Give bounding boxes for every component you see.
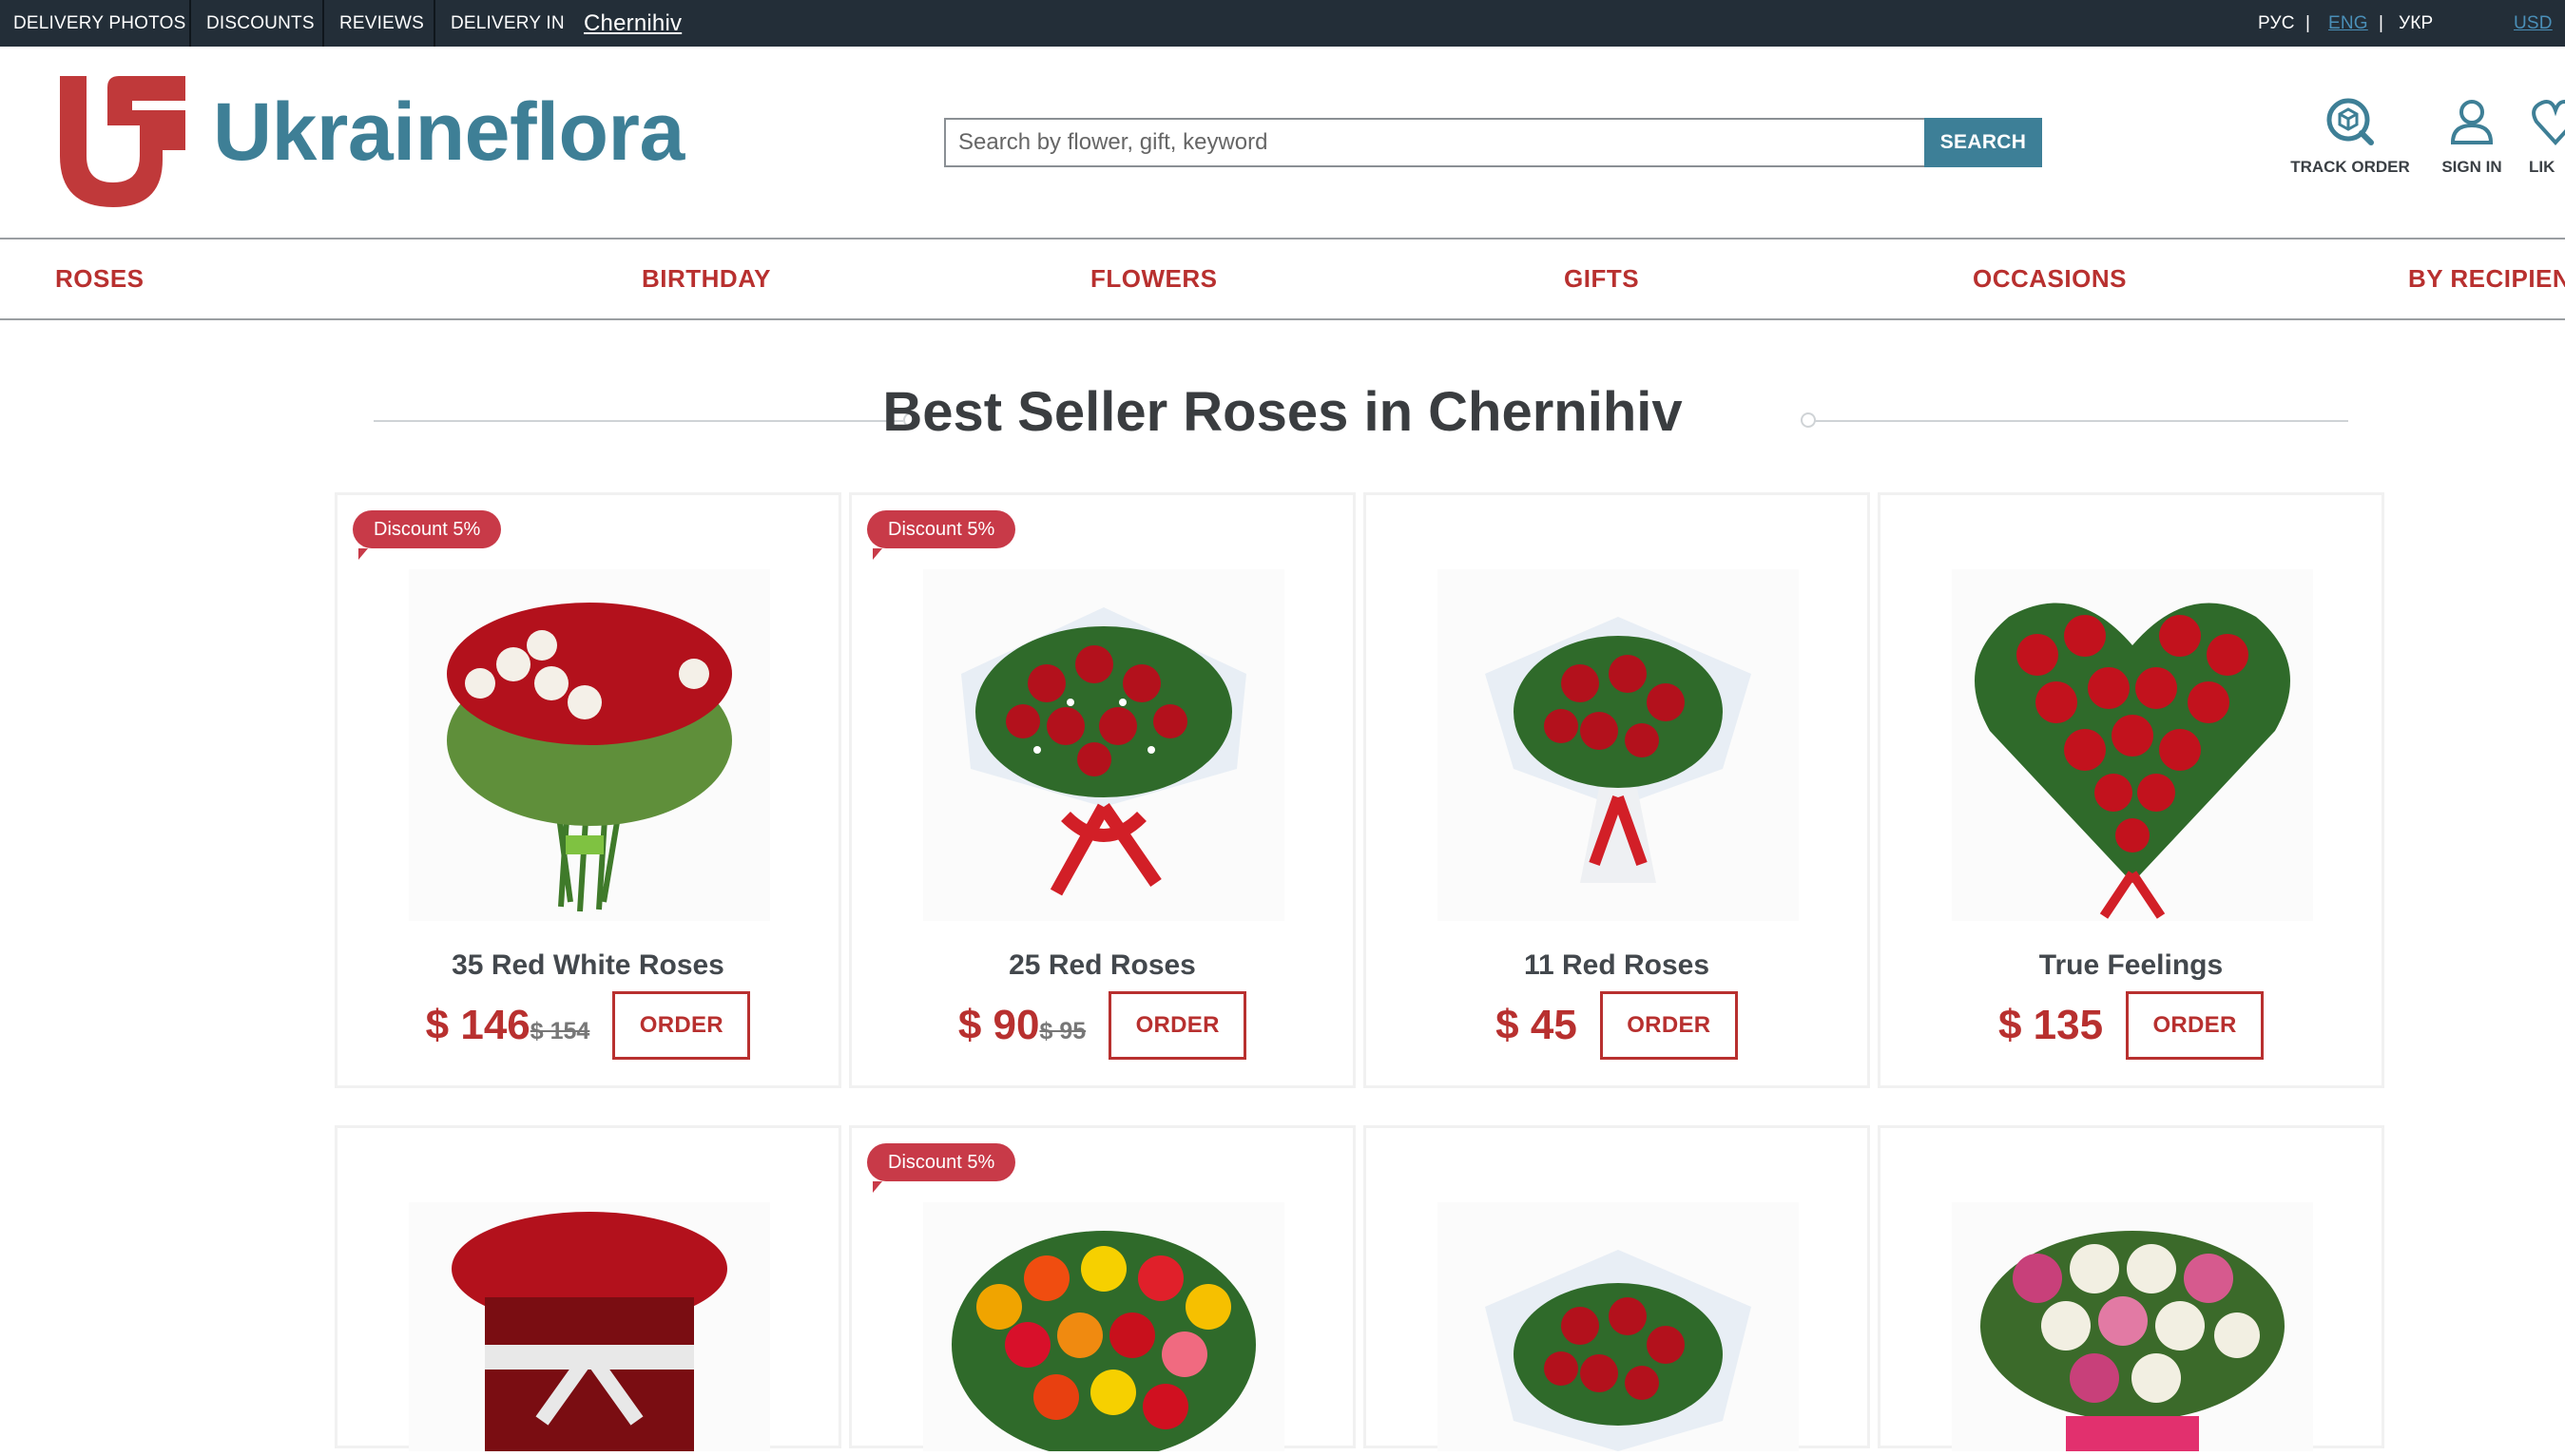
product-image[interactable] — [1952, 1202, 2313, 1451]
discount-badge: Discount 5% — [867, 510, 1016, 560]
price-group: $ 45 — [1495, 1002, 1577, 1049]
price-group: $ 146$ 154 — [426, 1002, 590, 1049]
track-order-label: TRACK ORDER — [2290, 158, 2410, 176]
lang-divider: | — [2305, 12, 2311, 33]
product-card[interactable] — [1878, 1125, 2384, 1451]
sign-in-button[interactable]: SIGN IN — [2434, 95, 2510, 177]
section-title: Best Seller Roses in Chernihiv — [882, 381, 1683, 443]
track-order-button[interactable]: TRACK ORDER — [2284, 95, 2417, 177]
user-icon — [2450, 100, 2494, 144]
price-row: $ 90$ 95 ORDER — [852, 989, 1353, 1062]
top-bar: DELIVERY PHOTOS DISCOUNTS REVIEWS DELIVE… — [0, 0, 2565, 47]
product-image[interactable] — [409, 1202, 770, 1451]
price-row: $ 135 ORDER — [1880, 989, 2382, 1062]
product-card[interactable]: True Feelings $ 135 ORDER — [1878, 492, 2384, 1088]
divider — [434, 0, 435, 47]
product-card[interactable] — [335, 1125, 841, 1451]
product-name[interactable]: True Feelings — [1880, 949, 2382, 982]
discount-badge: Discount 5% — [353, 510, 502, 560]
nav-birthday[interactable]: BIRTHDAY — [642, 239, 771, 318]
order-button[interactable]: ORDER — [1599, 991, 1738, 1060]
search-button[interactable]: SEARCH — [1924, 118, 2042, 167]
price-group: $ 90$ 95 — [958, 1002, 1086, 1049]
sign-in-label: SIGN IN — [2441, 158, 2502, 176]
reviews-link[interactable]: REVIEWS — [339, 0, 424, 47]
box-search-icon — [2326, 98, 2374, 145]
product-price: $ 146 — [425, 1002, 530, 1048]
lang-ua[interactable]: УКР — [2399, 0, 2433, 47]
price-row: $ 146$ 154 ORDER — [338, 989, 839, 1062]
product-card[interactable]: Discount 5% 25 Red Roses $ 90$ 95 ORDER — [849, 492, 1356, 1088]
old-price: $ 154 — [530, 1018, 590, 1044]
lang-ru[interactable]: РУС — [2258, 0, 2295, 47]
discounts-link[interactable]: DISCOUNTS — [206, 0, 315, 47]
nav-flowers[interactable]: FLOWERS — [1090, 239, 1218, 318]
likes-button[interactable]: LIK — [2529, 95, 2565, 177]
nav-occasions[interactable]: OCCASIONS — [1973, 239, 2127, 318]
discount-badge: Discount 5% — [867, 1143, 1016, 1193]
divider — [322, 0, 324, 47]
product-card[interactable]: Discount 5% — [849, 1125, 1356, 1456]
product-image[interactable] — [1952, 569, 2313, 921]
product-name[interactable]: 35 Red White Roses — [338, 949, 839, 982]
city-selector[interactable]: Chernihiv — [584, 0, 682, 47]
price-group: $ 135 — [1998, 1002, 2103, 1049]
order-button[interactable]: ORDER — [2126, 991, 2265, 1060]
product-image[interactable] — [409, 569, 770, 921]
logo-icon[interactable] — [52, 68, 193, 209]
product-name[interactable]: 25 Red Roses — [852, 949, 1353, 982]
old-price: $ 95 — [1039, 1018, 1087, 1044]
nav-gifts[interactable]: GIFTS — [1564, 239, 1639, 318]
nav-by-recipient[interactable]: BY RECIPIEN — [2408, 239, 2565, 318]
main-nav: ROSES BIRTHDAY FLOWERS GIFTS OCCASIONS B… — [0, 238, 2565, 320]
product-image[interactable] — [923, 1202, 1284, 1456]
product-price: $ 135 — [1997, 1002, 2104, 1048]
currency-selector[interactable]: USD — [2514, 0, 2553, 47]
product-price: $ 90 — [957, 1002, 1040, 1048]
heart-icon — [2532, 100, 2565, 145]
likes-label: LIK — [2529, 158, 2555, 176]
product-price: $ 45 — [1495, 1002, 1577, 1048]
product-card[interactable] — [1363, 1125, 1870, 1451]
price-row: $ 45 ORDER — [1366, 989, 1867, 1062]
product-image[interactable] — [1437, 1202, 1799, 1451]
product-card[interactable]: 11 Red Roses $ 45 ORDER — [1363, 492, 1870, 1088]
product-card[interactable]: Discount 5% 35 Red White Roses $ 146$ 15… — [335, 492, 841, 1088]
delivery-in-label: DELIVERY IN — [451, 12, 565, 33]
logo-text[interactable]: Ukraineflora — [213, 91, 685, 173]
nav-roses[interactable]: ROSES — [55, 239, 145, 318]
product-image[interactable] — [1437, 569, 1799, 921]
product-name[interactable]: 11 Red Roses — [1366, 949, 1867, 982]
delivery-photos-link[interactable]: DELIVERY PHOTOS — [13, 0, 185, 47]
lang-en[interactable]: ENG — [2328, 0, 2368, 47]
lang-divider: | — [2379, 12, 2384, 33]
order-button[interactable]: ORDER — [612, 991, 751, 1060]
divider — [189, 0, 191, 47]
order-button[interactable]: ORDER — [1109, 991, 1247, 1060]
product-image[interactable] — [923, 569, 1284, 921]
search-input[interactable] — [944, 118, 2042, 167]
